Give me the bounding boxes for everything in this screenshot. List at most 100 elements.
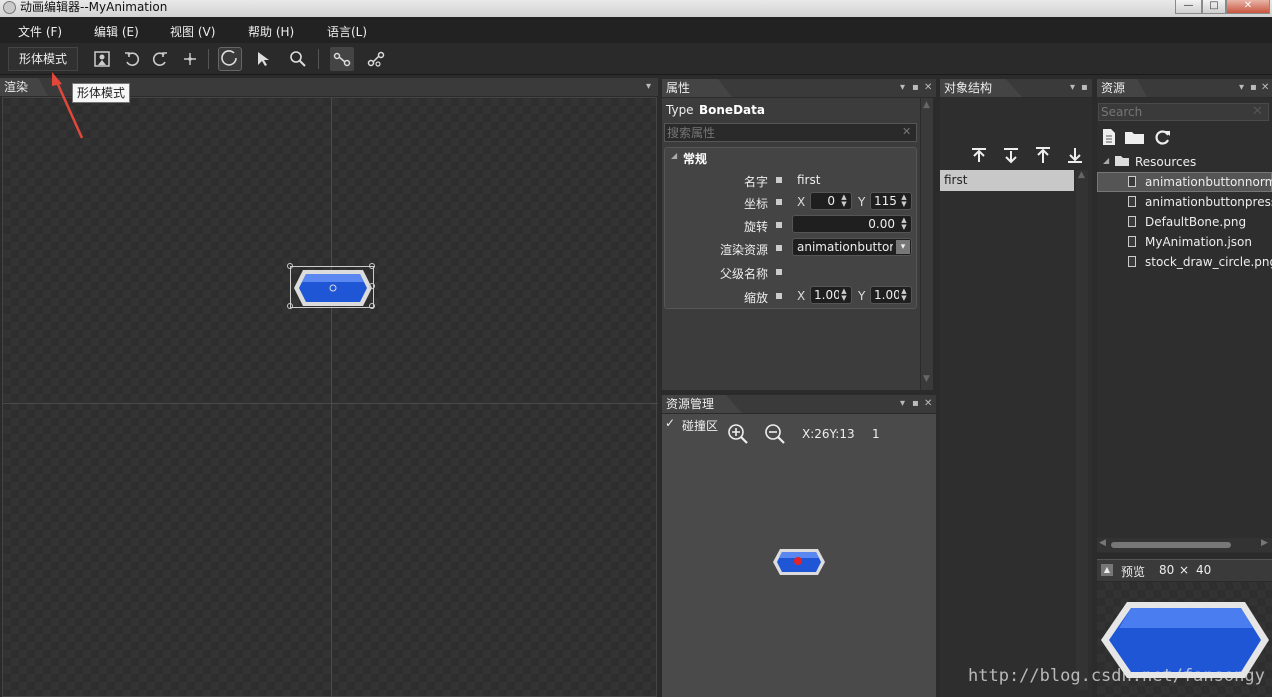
open-folder-icon[interactable]: [1124, 129, 1146, 145]
collapse-preview-icon[interactable]: ▲: [1101, 564, 1113, 576]
zoom-in-icon[interactable]: [726, 422, 750, 446]
rotation-field[interactable]: 0.00 ▲ ▼: [792, 215, 912, 233]
undo-icon[interactable]: [120, 47, 144, 71]
preview-label: 预览: [1121, 565, 1146, 579]
preview-header: ▲ 预览 80 × 40: [1097, 559, 1272, 581]
new-file-icon[interactable]: [1101, 128, 1117, 146]
move-down-icon[interactable]: [1002, 146, 1020, 164]
key-icon[interactable]: [776, 177, 782, 183]
minimize-button[interactable]: —: [1175, 0, 1202, 14]
position-y-field[interactable]: 115 ▲ ▼: [870, 192, 912, 210]
redo-icon[interactable]: [148, 47, 172, 71]
resource-sprite-preview[interactable]: [772, 548, 826, 576]
panel-menu-icon[interactable]: ▾: [900, 79, 905, 97]
resize-handle[interactable]: [287, 263, 293, 269]
file-icon: [1128, 256, 1136, 267]
collapse-arrow-icon[interactable]: ◢: [671, 151, 677, 160]
key-icon[interactable]: [776, 269, 782, 275]
zoom-out-icon[interactable]: [763, 422, 787, 446]
pin-icon[interactable]: ▪: [1081, 79, 1088, 97]
name-value[interactable]: first: [797, 173, 820, 187]
render-resource-label: 渲染资源: [719, 243, 768, 257]
maximize-button[interactable]: □: [1202, 0, 1226, 14]
position-x-field[interactable]: 0 ▲ ▼: [810, 192, 852, 210]
properties-scrollbar[interactable]: ▲ ▼: [921, 98, 933, 390]
close-panel-icon[interactable]: ✕: [1261, 79, 1269, 97]
move-icon[interactable]: [178, 47, 202, 71]
resource-file[interactable]: animationbuttonpress: [1145, 195, 1272, 209]
refresh-icon[interactable]: [1153, 128, 1171, 146]
pin-icon[interactable]: ▪: [912, 395, 919, 413]
horizontal-axis: [3, 403, 658, 404]
property-search-input[interactable]: [664, 123, 917, 142]
type-prefix: Type: [666, 103, 694, 117]
key-icon[interactable]: [776, 245, 782, 251]
pin-icon[interactable]: ▪: [912, 79, 919, 97]
rotate-tool-icon[interactable]: [218, 47, 242, 71]
pin-icon[interactable]: ▪: [1250, 79, 1257, 97]
selected-sprite[interactable]: [290, 266, 374, 308]
resource-search-input[interactable]: [1098, 103, 1269, 121]
bone-tool-icon[interactable]: [330, 47, 354, 71]
close-panel-icon[interactable]: ✕: [924, 79, 932, 97]
menu-file[interactable]: 文件 (F): [18, 23, 62, 40]
folder-label[interactable]: Resources: [1135, 155, 1196, 169]
key-icon[interactable]: [776, 293, 782, 299]
position-label: 坐标: [743, 197, 768, 211]
resources-title: 资源: [1097, 79, 1147, 97]
move-to-bottom-icon[interactable]: [1066, 146, 1084, 164]
object-structure-body: first ▲: [940, 98, 1092, 697]
section-title: 常规: [683, 152, 708, 166]
scale-y-field[interactable]: 1.00 ▲ ▼: [870, 286, 912, 304]
collapse-arrow-icon[interactable]: ◢: [1103, 156, 1109, 165]
mode-button[interactable]: 形体模式: [8, 47, 78, 71]
collision-checkbox[interactable]: ✓: [665, 416, 675, 430]
render-canvas[interactable]: [2, 97, 658, 697]
resources-body: ✕ ◢ Resources ◀ ▶: [1097, 98, 1272, 553]
object-scrollbar[interactable]: ▲: [1076, 170, 1088, 690]
clear-search-icon[interactable]: ✕: [1252, 104, 1263, 119]
resize-handle[interactable]: [369, 263, 375, 269]
tree-item[interactable]: first: [940, 170, 1074, 191]
resource-file[interactable]: DefaultBone.png: [1145, 215, 1246, 229]
folder-icon: [1115, 156, 1129, 166]
move-to-top-icon[interactable]: [970, 146, 988, 164]
file-icon: [1128, 236, 1136, 247]
resource-manager-title: 资源管理: [662, 395, 742, 413]
file-icon: [1128, 196, 1136, 207]
window-title: 动画编辑器--MyAnimation: [20, 0, 168, 14]
key-icon[interactable]: [776, 199, 782, 205]
horizontal-scrollbar[interactable]: ◀ ▶: [1097, 538, 1272, 552]
menu-bar: 文件 (F) 编辑 (E) 视图 (V) 帮助 (H) 语言(L): [0, 17, 1272, 43]
bone-bind-icon[interactable]: [364, 47, 388, 71]
resource-file[interactable]: stock_draw_circle.png: [1145, 255, 1272, 269]
menu-view[interactable]: 视图 (V): [170, 23, 215, 40]
resource-file[interactable]: animationbuttonnorm: [1145, 175, 1272, 189]
resize-handle[interactable]: [287, 303, 293, 309]
panel-menu-icon[interactable]: ▾: [646, 78, 651, 96]
menu-help[interactable]: 帮助 (H): [248, 23, 294, 40]
move-up-icon[interactable]: [1034, 146, 1052, 164]
watermark: http://blog.csdn.net/fansongy: [968, 666, 1265, 686]
menu-language[interactable]: 语言(L): [327, 23, 367, 40]
resize-handle[interactable]: [369, 283, 375, 289]
zoom-tool-icon[interactable]: [286, 47, 310, 71]
panel-menu-icon[interactable]: ▾: [1239, 79, 1244, 97]
close-window-button[interactable]: ✕: [1226, 0, 1270, 14]
panel-menu-icon[interactable]: ▾: [1070, 79, 1075, 97]
key-icon[interactable]: [776, 222, 782, 228]
file-icon: [1128, 216, 1136, 227]
resize-handle[interactable]: [369, 303, 375, 309]
scale-y-label: Y: [858, 289, 866, 303]
scale-x-field[interactable]: 1.00 ▲ ▼: [810, 286, 852, 304]
panel-menu-icon[interactable]: ▾: [900, 395, 905, 413]
close-panel-icon[interactable]: ✕: [924, 395, 932, 413]
render-resource-select[interactable]: animationbuttor ▾: [792, 238, 912, 256]
clear-search-icon[interactable]: ✕: [902, 125, 911, 138]
app-logo-icon: [3, 1, 16, 14]
menu-edit[interactable]: 编辑 (E): [94, 23, 139, 40]
preview-times: ×: [1179, 563, 1190, 577]
skin-icon[interactable]: [90, 47, 114, 71]
select-tool-icon[interactable]: [252, 47, 276, 71]
resource-file[interactable]: MyAnimation.json: [1145, 235, 1252, 249]
